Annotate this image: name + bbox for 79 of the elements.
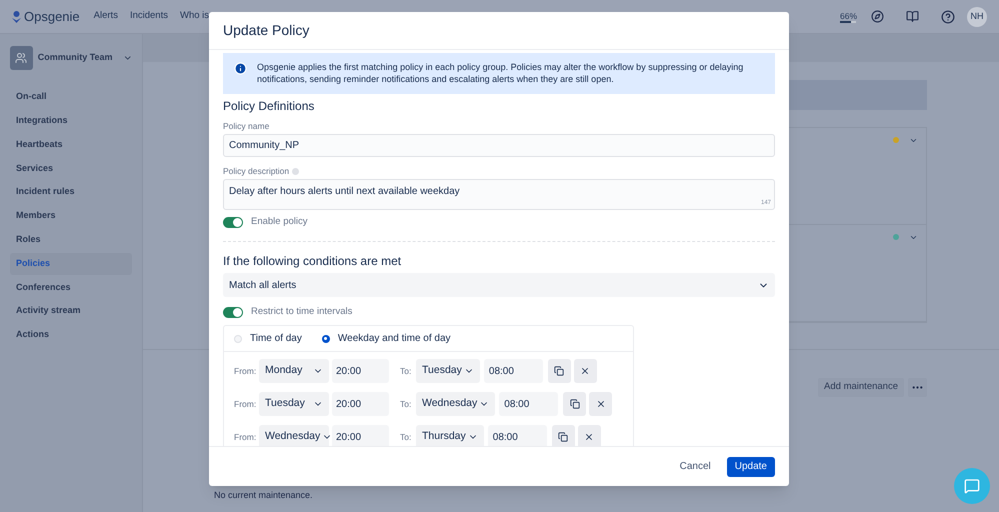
sidebar-item[interactable]: Actions (10, 324, 132, 346)
copy-icon (558, 432, 568, 442)
time-field[interactable]: 08:00 (484, 359, 543, 383)
close-icon (596, 399, 606, 409)
description-text: Delay after hours alerts until next available weekday (229, 185, 461, 199)
from-label: From: (234, 398, 258, 410)
to-label: To: (400, 430, 412, 444)
update-button[interactable]: Update (726, 456, 775, 476)
radio-label: Weekday and time of day (338, 332, 451, 346)
day-select[interactable]: Monday (259, 359, 329, 383)
logo-text: Opsgenie (24, 8, 80, 26)
book-icon[interactable] (906, 10, 919, 23)
to-label: To: (400, 398, 412, 410)
time-field[interactable]: 08:00 (499, 392, 558, 416)
day-select[interactable]: Wednesday (416, 392, 496, 416)
chevron-down-icon[interactable] (909, 233, 918, 242)
time-field[interactable]: 20:00 (332, 392, 389, 416)
sidebar-item[interactable]: On-call (10, 86, 132, 108)
radio-button[interactable] (322, 334, 330, 342)
time-field[interactable]: 20:00 (332, 425, 389, 446)
copy-button[interactable] (548, 359, 571, 383)
copy-button[interactable] (552, 425, 575, 446)
field-label: Policy description (223, 166, 290, 176)
info-icon (234, 62, 247, 75)
nav-link[interactable]: Who is (180, 9, 210, 24)
day-select[interactable]: Tuesday (259, 392, 329, 416)
nav-link[interactable]: Incidents (130, 9, 168, 24)
sidebar-item[interactable]: Services (10, 157, 132, 180)
sidebar-item[interactable]: Incident rules (10, 181, 132, 204)
copy-icon (554, 366, 564, 376)
toggle-switch[interactable] (223, 306, 243, 318)
info-text: Opsgenie applies the first matching policy in each policy group. Policies may alter the workflow by suppressing or delaying notifications, sending reminder notifications and escalating alerts when they are still open. (257, 61, 744, 85)
day-select[interactable]: Tuesday (416, 359, 480, 383)
toggle-switch[interactable] (223, 216, 243, 228)
more-button[interactable] (908, 378, 927, 397)
section-heading: Policy Definitions (223, 99, 316, 114)
policy-name-field[interactable]: Community_NP (223, 134, 775, 157)
section-heading: If the following conditions are met (223, 254, 402, 269)
time-field[interactable]: 20:00 (332, 359, 389, 383)
chat-launcher-button[interactable] (954, 468, 990, 504)
sidebar-item[interactable]: Roles (10, 228, 132, 251)
team-name[interactable]: Community Team (38, 51, 113, 65)
sidebar-item[interactable]: Activity stream (10, 300, 132, 322)
close-icon (580, 366, 590, 376)
from-label: From: (234, 364, 258, 378)
sidebar-item[interactable]: Integrations (10, 110, 132, 132)
copy-button[interactable] (563, 392, 586, 416)
day-select[interactable]: Thursday (416, 425, 484, 446)
radio-button[interactable] (234, 334, 242, 342)
remove-button[interactable] (578, 425, 601, 446)
day-select[interactable]: Wednesday (259, 425, 329, 446)
team-icon (15, 52, 28, 64)
help-icon[interactable] (941, 10, 955, 24)
logo-icon (12, 10, 21, 22)
user-avatar[interactable]: NH (967, 6, 987, 26)
toggle-label: Enable policy (251, 216, 308, 228)
chat-icon (964, 478, 980, 494)
match-select[interactable]: Match all alerts (223, 273, 775, 297)
toggle-label: Restrict to time intervals (251, 306, 352, 318)
usage-label: 66% (840, 10, 857, 20)
remove-button[interactable] (574, 359, 597, 383)
compass-icon[interactable] (871, 10, 884, 23)
nav-link[interactable]: Alerts (94, 9, 118, 24)
empty-message: No current maintenance. (214, 488, 314, 502)
sidebar-item[interactable]: Conferences (10, 276, 132, 298)
add-maintenance-button[interactable]: Add maintenance (818, 378, 904, 397)
dialog-title: Update Policy (223, 21, 310, 40)
chevron-down-icon[interactable] (909, 136, 918, 145)
to-label: To: (400, 364, 412, 378)
radio-label: Time of day (250, 332, 302, 346)
field-label: Policy name (223, 121, 270, 131)
sidebar-item[interactable]: Heartbeats (10, 134, 132, 156)
copy-icon (570, 399, 580, 409)
time-field[interactable]: 08:00 (488, 425, 547, 446)
sidebar-item[interactable]: Members (10, 204, 132, 227)
remove-button[interactable] (589, 392, 612, 416)
cancel-button[interactable]: Cancel (676, 459, 715, 474)
from-label: From: (234, 430, 258, 444)
close-icon (584, 432, 594, 442)
